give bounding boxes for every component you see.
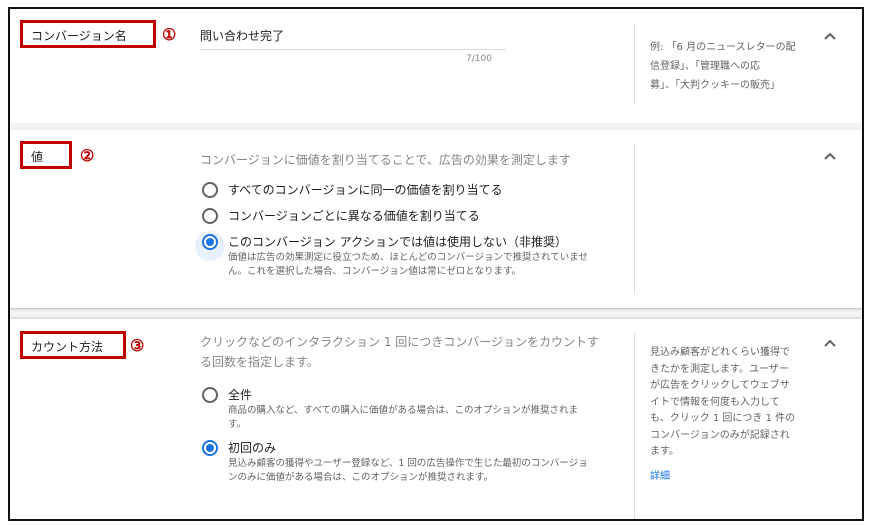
help-line: きたかを測定します。ユーザー bbox=[650, 363, 789, 375]
section-divider bbox=[634, 144, 635, 294]
help-line: が広告をクリックしてウェブサ bbox=[650, 380, 790, 391]
conversion-name-section: コンバージョン名 ① 問い合わせ完了 7/100 例: 「6 月のニュースレター… bbox=[10, 9, 862, 123]
character-counter: 7/100 bbox=[466, 54, 492, 64]
count-label: カウント方法 bbox=[20, 331, 126, 359]
help-line: ます。 bbox=[650, 446, 679, 457]
option-sub-line: 商品の購入など、すべての購入に価値がある場合は、このオプションが推奨されま bbox=[228, 405, 578, 416]
description-line: クリックなどのインタラクション 1 回につきコンバージョンをカウントす bbox=[200, 335, 600, 349]
radio-button[interactable] bbox=[202, 208, 218, 224]
value-option-same[interactable]: すべてのコンバージョンに同一の価値を割り当てる bbox=[202, 181, 502, 199]
count-section: カウント方法 ③ クリックなどのインタラクション 1 回につきコンバージョンをカ… bbox=[10, 319, 862, 519]
annotation-marker-2: ② bbox=[80, 146, 95, 165]
conversion-settings-panel: コンバージョン名 ① 問い合わせ完了 7/100 例: 「6 月のニュースレター… bbox=[8, 7, 864, 521]
option-label: 全件 bbox=[228, 388, 253, 402]
hint-line: 例: 「6 月のニュースレターの配 bbox=[650, 42, 796, 53]
section-divider bbox=[634, 333, 635, 519]
value-option-different[interactable]: コンバージョンごとに異なる価値を割り当てる bbox=[202, 207, 480, 225]
count-option-one[interactable]: 初回のみ 見込み顧客の獲得やユーザー登録など、1 回の広告操作で生じた最初のコン… bbox=[202, 439, 588, 485]
value-option-none[interactable]: このコンバージョン アクションでは値は使用しない（非推奨） 価値は広告の効果測定… bbox=[202, 233, 588, 279]
option-label: コンバージョンごとに異なる価値を割り当てる bbox=[228, 209, 480, 223]
help-line: コンバージョンのみが記録され bbox=[650, 429, 790, 441]
count-option-every[interactable]: 全件 商品の購入など、すべての購入に価値がある場合は、このオプションが推奨されま… bbox=[202, 386, 578, 432]
option-sub-line: ん。これを選択した場合、コンバージョン値は常にゼロとなります。 bbox=[228, 266, 522, 277]
option-label: すべてのコンバージョンに同一の価値を割り当てる bbox=[228, 183, 503, 197]
radio-button-selected[interactable] bbox=[202, 234, 218, 250]
annotation-marker-3: ③ bbox=[130, 336, 145, 355]
option-sub-line: 見込み顧客の獲得やユーザー登録など、1 回の広告操作で生じた最初のコンバージョ bbox=[228, 458, 588, 469]
option-sub-line: す。 bbox=[228, 419, 247, 430]
value-label: 値 bbox=[20, 141, 72, 169]
hint-line: 募」、「大判クッキーの販売」 bbox=[650, 80, 780, 91]
help-line: イトで情報を何度も入力して bbox=[650, 396, 780, 408]
radio-button[interactable] bbox=[202, 387, 218, 403]
chevron-up-icon[interactable] bbox=[818, 144, 842, 168]
conversion-name-input[interactable]: 問い合わせ完了 bbox=[200, 27, 284, 44]
conversion-name-input-underline bbox=[200, 49, 506, 50]
option-sub-line: ンのみに価値がある場合は、このオプションが推奨されます。 bbox=[228, 472, 494, 483]
chevron-up-icon[interactable] bbox=[818, 331, 842, 355]
count-help-text: 見込み顧客がどれくらい獲得で きたかを測定します。ユーザー が広告をクリックして… bbox=[650, 345, 810, 485]
help-line: も、クリック 1 回につき 1 件の bbox=[650, 413, 796, 424]
conversion-name-hint: 例: 「6 月のニュースレターの配 信登録」、「管理職への応 募」、「大判クッキ… bbox=[650, 38, 810, 95]
chevron-up-icon[interactable] bbox=[818, 24, 842, 48]
option-label: このコンバージョン アクションでは値は使用しない（非推奨） bbox=[228, 235, 567, 249]
help-line: 見込み顧客がどれくらい獲得で bbox=[650, 347, 790, 358]
section-divider bbox=[634, 23, 635, 105]
value-description: コンバージョンに価値を割り当てることで、広告の効果を測定します bbox=[200, 153, 571, 167]
radio-button-selected[interactable] bbox=[202, 440, 218, 456]
annotation-marker-1: ① bbox=[162, 25, 177, 44]
hint-line: 信登録」、「管理職への応 bbox=[650, 61, 760, 72]
count-description: クリックなどのインタラクション 1 回につきコンバージョンをカウントす る回数を… bbox=[200, 332, 599, 372]
option-sub-line: 価値は広告の効果測定に役立つため、ほとんどのコンバージョンで推奨されていませ bbox=[228, 252, 588, 263]
option-label: 初回のみ bbox=[228, 441, 277, 455]
radio-button[interactable] bbox=[202, 182, 218, 198]
description-line: る回数を指定します。 bbox=[200, 355, 319, 369]
conversion-name-label: コンバージョン名 bbox=[20, 20, 156, 48]
value-section: 値 ② コンバージョンに価値を割り当てることで、広告の効果を測定します すべての… bbox=[10, 130, 862, 308]
learn-more-link[interactable]: 詳細 bbox=[650, 469, 810, 486]
